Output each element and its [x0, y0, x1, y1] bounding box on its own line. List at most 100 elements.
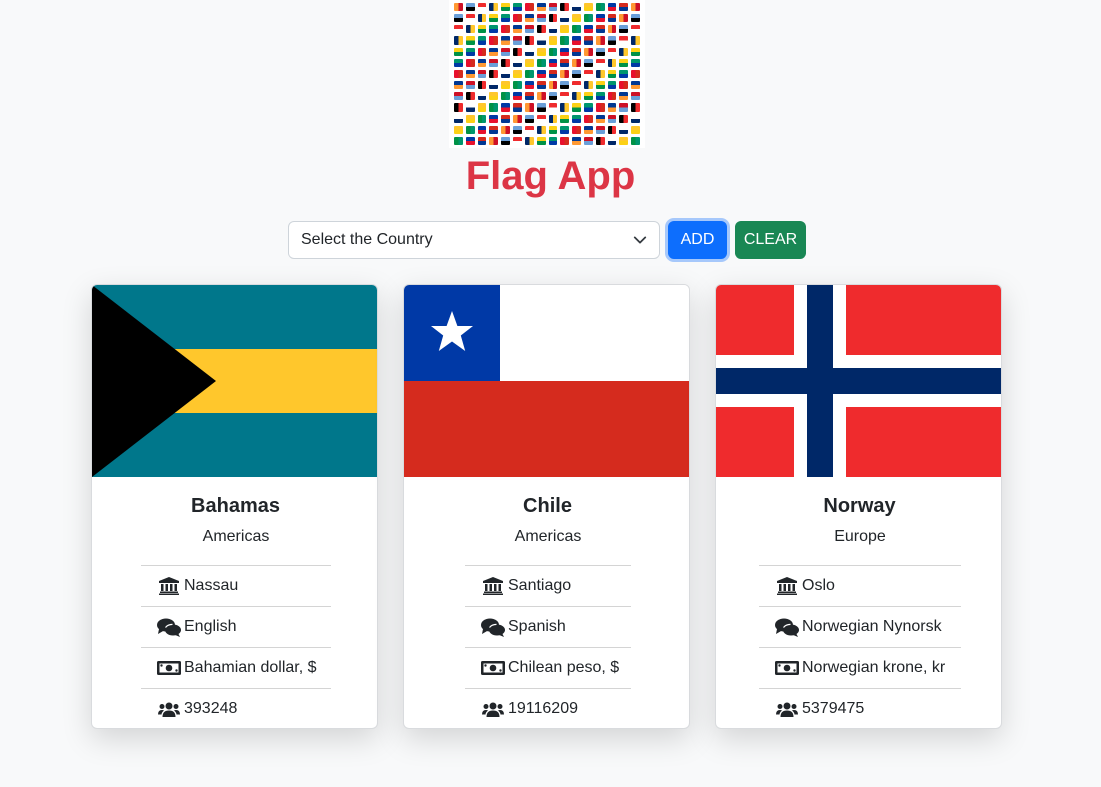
- flag-tile: [524, 136, 534, 145]
- flag-image-chile: [404, 285, 689, 477]
- currency-text: Chilean peso, $: [508, 659, 620, 676]
- flag-tile: [560, 81, 570, 90]
- flag-tile: [465, 103, 475, 112]
- flag-image-bahamas: [92, 285, 377, 477]
- currency-item: Bahamian dollar, $: [141, 647, 331, 688]
- flag-tile: [583, 136, 593, 145]
- flag-tile: [548, 14, 558, 23]
- flag-tile: [583, 69, 593, 79]
- capital-text: Oslo: [802, 577, 835, 594]
- flag-tile: [489, 92, 499, 101]
- country-region: Americas: [514, 528, 582, 545]
- flag-tile: [572, 136, 581, 145]
- flag-tile: [583, 125, 593, 134]
- flag-tile: [595, 25, 605, 34]
- chevron-down-icon: [633, 233, 647, 247]
- country-name: Chile: [523, 495, 572, 517]
- flag-tile: [513, 47, 522, 56]
- flag-tile: [477, 103, 487, 112]
- landmark-icon: [775, 576, 799, 596]
- flag-tile: [583, 103, 593, 112]
- flag-tile: [548, 103, 558, 112]
- flag-tile: [619, 25, 629, 34]
- flag-tile: [595, 47, 605, 56]
- add-button[interactable]: ADD: [668, 221, 727, 259]
- country-card: Norway Europe Oslo Norwegian Nynorsk Nor…: [715, 284, 1002, 729]
- flags-collage-logo: [449, 0, 645, 148]
- language-text: Spanish: [508, 618, 566, 635]
- users-icon: [157, 699, 181, 719]
- flag-tile: [477, 3, 487, 12]
- flag-tile: [583, 81, 593, 90]
- flag-tile: [501, 3, 511, 12]
- language-item: Spanish: [465, 606, 631, 647]
- flag-tile: [477, 114, 487, 123]
- money-bill-icon: [775, 658, 799, 678]
- population-text: 5379475: [802, 700, 865, 717]
- flag-tile: [465, 69, 475, 79]
- flag-tile: [560, 25, 570, 34]
- flag-tile: [583, 3, 593, 12]
- clear-button[interactable]: CLEAR: [735, 221, 806, 259]
- flag-tile: [631, 47, 640, 56]
- flag-tile: [595, 69, 605, 79]
- flag-tile: [501, 114, 511, 123]
- flag-tile: [560, 114, 570, 123]
- flag-tile: [560, 58, 570, 67]
- flag-tile: [489, 14, 499, 23]
- flag-tile: [548, 69, 558, 79]
- flag-tile: [536, 36, 546, 45]
- flag-tile: [607, 36, 617, 45]
- flag-tile: [465, 125, 475, 134]
- flag-tile: [548, 58, 558, 67]
- flag-tile: [501, 92, 511, 101]
- flag-tile: [524, 81, 534, 90]
- flag-tile: [489, 103, 499, 112]
- flag-tile: [524, 103, 534, 112]
- flag-tile: [513, 103, 522, 112]
- flag-tile: [477, 136, 487, 145]
- flag-tile: [536, 103, 546, 112]
- flag-tile: [607, 103, 617, 112]
- flag-tile: [572, 81, 581, 90]
- comments-icon: [775, 617, 799, 637]
- flag-tile: [595, 103, 605, 112]
- flag-tile: [465, 25, 475, 34]
- country-region: Americas: [202, 528, 270, 545]
- flag-tile: [536, 25, 546, 34]
- flag-tile: [454, 25, 463, 34]
- flag-tile: [477, 92, 487, 101]
- capital-item: Santiago: [465, 565, 631, 606]
- flag-tile: [501, 136, 511, 145]
- flag-tile: [619, 114, 629, 123]
- flag-tile: [619, 36, 629, 45]
- flag-tile: [572, 114, 581, 123]
- flag-tile: [631, 103, 640, 112]
- flag-tile: [513, 25, 522, 34]
- flag-tile: [489, 125, 499, 134]
- flag-tile: [631, 14, 640, 23]
- flag-tile: [465, 92, 475, 101]
- comments-icon: [157, 617, 181, 637]
- country-select[interactable]: Select the Country: [288, 221, 660, 259]
- currency-text: Norwegian krone, kr: [802, 659, 946, 676]
- flag-tile: [607, 47, 617, 56]
- capital-text: Santiago: [508, 577, 572, 594]
- flag-tile: [454, 81, 463, 90]
- flag-tile: [560, 14, 570, 23]
- currency-text: Bahamian dollar, $: [184, 659, 317, 676]
- flag-tile: [631, 58, 640, 67]
- flag-tile: [607, 14, 617, 23]
- flag-tile: [631, 3, 640, 12]
- flag-tile: [501, 103, 511, 112]
- flag-tile: [595, 92, 605, 101]
- flag-tile: [536, 69, 546, 79]
- page-title: Flag App: [465, 154, 636, 198]
- flag-tile: [560, 136, 570, 145]
- flag-tile: [572, 58, 581, 67]
- flag-tile: [477, 125, 487, 134]
- flag-tile: [619, 47, 629, 56]
- flag-tile: [595, 125, 605, 134]
- capital-item: Oslo: [759, 565, 961, 606]
- flag-tile: [489, 47, 499, 56]
